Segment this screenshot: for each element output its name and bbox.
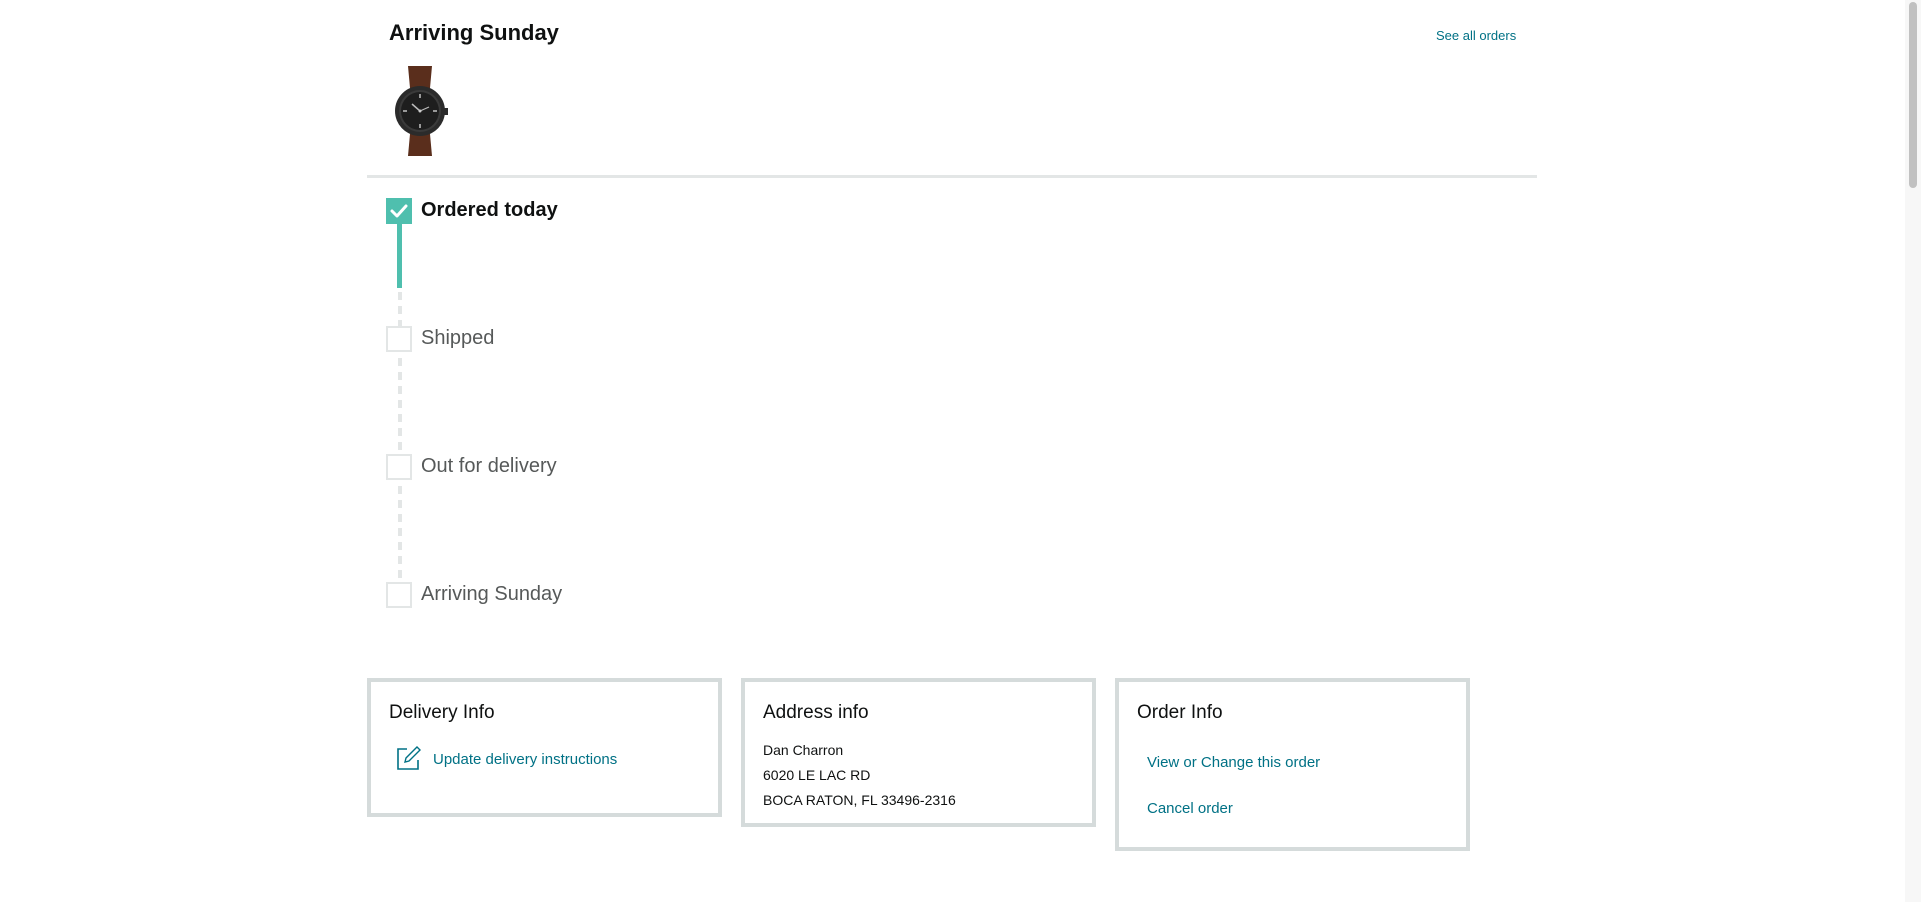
progress-line-complete	[397, 224, 402, 288]
step-ordered-checkbox	[386, 198, 412, 224]
address-name: Dan Charron	[763, 742, 844, 758]
address-city: BOCA RATON, FL 33496-2316	[763, 792, 956, 808]
delivery-info-title: Delivery Info	[389, 702, 495, 723]
step-out-for-delivery-checkbox	[386, 454, 412, 480]
step-shipped-label: Shipped	[421, 327, 495, 349]
edit-icon	[397, 746, 421, 770]
progress-line-pending	[398, 358, 402, 450]
step-shipped-checkbox	[386, 326, 412, 352]
step-out-for-delivery-label: Out for delivery	[421, 455, 557, 477]
checkmark-icon	[390, 204, 408, 218]
step-ordered-label: Ordered today	[421, 199, 558, 221]
address-info-title: Address info	[763, 702, 869, 723]
delivery-info-card: Delivery Info Update delivery instructio…	[367, 678, 722, 817]
cancel-order-link[interactable]: Cancel order	[1147, 800, 1233, 817]
address-info-card: Address info Dan Charron 6020 LE LAC RD …	[741, 678, 1096, 827]
step-arriving-checkbox	[386, 582, 412, 608]
view-change-order-link[interactable]: View or Change this order	[1147, 754, 1320, 771]
vertical-scrollbar[interactable]	[1905, 0, 1921, 902]
arriving-title: Arriving Sunday	[389, 20, 559, 45]
update-delivery-instructions-label[interactable]: Update delivery instructions	[433, 751, 617, 768]
progress-line-pending	[398, 486, 402, 578]
order-tracking-page: Arriving Sunday See all orders Ordered t…	[0, 0, 1921, 902]
progress-line-pending	[398, 292, 402, 326]
step-arriving-label: Arriving Sunday	[421, 583, 563, 605]
section-divider	[367, 175, 1537, 178]
wristwatch-image[interactable]	[392, 66, 448, 156]
order-info-title: Order Info	[1137, 702, 1223, 723]
scrollbar-thumb[interactable]	[1909, 2, 1917, 188]
update-delivery-instructions-link[interactable]: Update delivery instructions	[395, 746, 617, 772]
see-all-orders-link[interactable]: See all orders	[1436, 28, 1516, 43]
order-info-card: Order Info View or Change this order Can…	[1115, 678, 1470, 851]
address-street: 6020 LE LAC RD	[763, 767, 871, 783]
